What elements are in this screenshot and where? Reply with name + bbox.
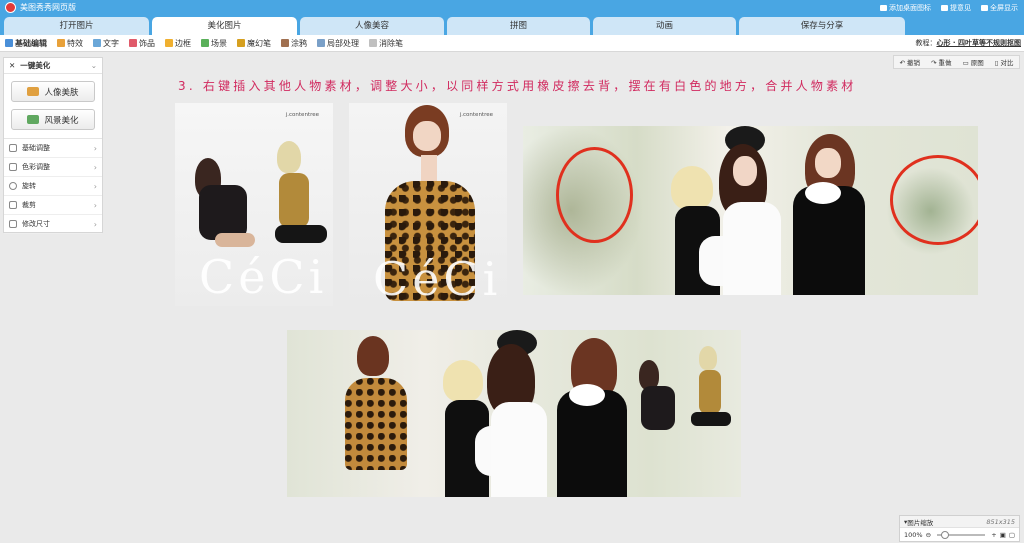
add-desktop-icon-link[interactable]: 添加桌面图标: [880, 3, 931, 13]
chevron-right-icon: ›: [93, 143, 97, 153]
source-image-2: j.contentree CéCi: [349, 103, 507, 308]
skin-beautify-button[interactable]: 人像美肤: [11, 81, 95, 102]
tab-collage[interactable]: 拼图: [447, 17, 590, 35]
tool-frames[interactable]: 边框: [160, 38, 196, 49]
feedback-link[interactable]: 提意见: [941, 3, 971, 13]
text-icon: [93, 39, 101, 47]
adjust-icon: [9, 144, 17, 152]
tool-text[interactable]: 文字: [88, 38, 124, 49]
zoom-slider[interactable]: [937, 530, 986, 539]
tab-open-image[interactable]: 打开图片: [4, 17, 149, 35]
star-icon: [880, 4, 887, 11]
tools-icon: ✕: [9, 61, 16, 70]
ceci-watermark: CéCi: [199, 250, 328, 304]
tool-scenes[interactable]: 场景: [196, 38, 232, 49]
basic-adjust-item[interactable]: 基础调整 ›: [4, 139, 102, 158]
ceci-watermark: CéCi: [373, 252, 502, 306]
merged-result-banner: [287, 330, 741, 497]
crop-icon: [9, 201, 17, 209]
chevron-right-icon: ›: [93, 181, 97, 191]
palette-icon: [9, 163, 17, 171]
rotate-item[interactable]: 旋转 ›: [4, 177, 102, 196]
undo-button[interactable]: ↶ 撤销: [900, 57, 921, 67]
chevron-right-icon: ›: [93, 219, 97, 229]
magic-wand-icon: [57, 39, 65, 47]
portrait-icon: [27, 87, 40, 96]
frame-icon: [165, 39, 173, 47]
one-click-beautify-header[interactable]: ✕ 一键美化 ⌄: [4, 58, 102, 74]
left-panel: ✕ 一键美化 ⌄ 人像美肤 风景美化 基础调整 › 色彩调整 › 旋转 › 裁剪 › 修…: [3, 57, 103, 234]
actual-size-icon[interactable]: ▢: [1009, 531, 1015, 539]
chevron-down-icon: ⌄: [90, 61, 97, 70]
zoom-level: 100%: [904, 530, 923, 539]
tool-stickers[interactable]: 饰品: [124, 38, 160, 49]
beautify-toolbar: 基础编辑 特效 文字 饰品 边框 场景 魔幻笔 涂鸦 局部处理 消除笔 教程：心…: [0, 35, 1024, 52]
tutorial-link[interactable]: 教程：心形 · 四叶草等不规则抠图: [915, 38, 1024, 48]
brand-watermark: j.contentree: [459, 112, 493, 118]
highlight-circle: [556, 147, 633, 243]
pen-icon: [237, 39, 245, 47]
tab-save-share[interactable]: 保存与分享: [739, 17, 905, 35]
image-dimensions: 851x315: [986, 517, 1015, 526]
image-zoom-panel: ▾ 图片缩放 851x315 100% ⊖ + ▣ ▢: [899, 515, 1020, 542]
bow-icon: [129, 39, 137, 47]
zoom-out-icon[interactable]: ⊖: [926, 531, 931, 539]
tab-portrait[interactable]: 人像美容: [300, 17, 444, 35]
tool-effects[interactable]: 特效: [52, 38, 88, 49]
landscape-icon: [201, 39, 209, 47]
chevron-right-icon: ›: [93, 200, 97, 210]
resize-icon: [9, 220, 17, 228]
resize-item[interactable]: 修改尺寸 ›: [4, 215, 102, 234]
title-links: 添加桌面图标 提意见 全屏显示: [880, 3, 1024, 13]
landscape-icon: [27, 115, 40, 124]
app-logo-icon: [5, 2, 16, 13]
main-tabs: 打开图片 美化图片 人像美容 拼图 动画 保存与分享: [0, 15, 1024, 35]
compare-button[interactable]: ▯ 对比: [995, 57, 1014, 67]
source-image-1: j.contentree CéCi: [175, 103, 333, 306]
redo-button[interactable]: ↷ 重做: [931, 57, 952, 67]
landscape-beautify-button[interactable]: 风景美化: [11, 109, 95, 130]
tab-animation[interactable]: 动画: [593, 17, 736, 35]
work-in-progress-banner: [523, 126, 978, 295]
tool-magic-pen[interactable]: 魔幻笔: [232, 38, 276, 49]
edit-icon: [5, 39, 13, 47]
tool-local-process[interactable]: 局部处理: [312, 38, 364, 49]
tool-basic-edit[interactable]: 基础编辑: [0, 38, 52, 49]
title-bar: 美图秀秀网页版 添加桌面图标 提意见 全屏显示: [0, 0, 1024, 15]
fit-screen-icon[interactable]: ▣: [1000, 531, 1006, 539]
original-button[interactable]: ▭ 原图: [963, 57, 984, 67]
tutorial-caption: 3. 右键插入其他人物素材，调整大小，以同样方式用橡皮擦去背，摆在有白色的地方，…: [178, 79, 857, 93]
history-tools: ↶ 撤销 ↷ 重做 ▭ 原图 ▯ 对比: [893, 55, 1020, 69]
eraser-icon: [369, 39, 377, 47]
app-title: 美图秀秀网页版: [20, 3, 76, 12]
crop-item[interactable]: 裁剪 ›: [4, 196, 102, 215]
brand-watermark: j.contentree: [285, 112, 319, 118]
local-edit-icon: [317, 39, 325, 47]
comment-icon: [941, 4, 948, 11]
tool-eraser-pen[interactable]: 消除笔: [364, 38, 408, 49]
zoom-panel-title: 图片缩放: [907, 518, 934, 527]
fullscreen-link[interactable]: 全屏显示: [981, 3, 1018, 13]
chevron-right-icon: ›: [93, 162, 97, 172]
tool-doodle[interactable]: 涂鸦: [276, 38, 312, 49]
color-adjust-item[interactable]: 色彩调整 ›: [4, 158, 102, 177]
zoom-in-button[interactable]: +: [991, 531, 996, 539]
highlight-circle: [890, 155, 978, 245]
tab-beautify[interactable]: 美化图片: [152, 17, 297, 35]
brush-icon: [281, 39, 289, 47]
rotate-icon: [9, 182, 17, 190]
fullscreen-icon: [981, 4, 988, 11]
zoom-slider-knob[interactable]: [941, 530, 950, 539]
